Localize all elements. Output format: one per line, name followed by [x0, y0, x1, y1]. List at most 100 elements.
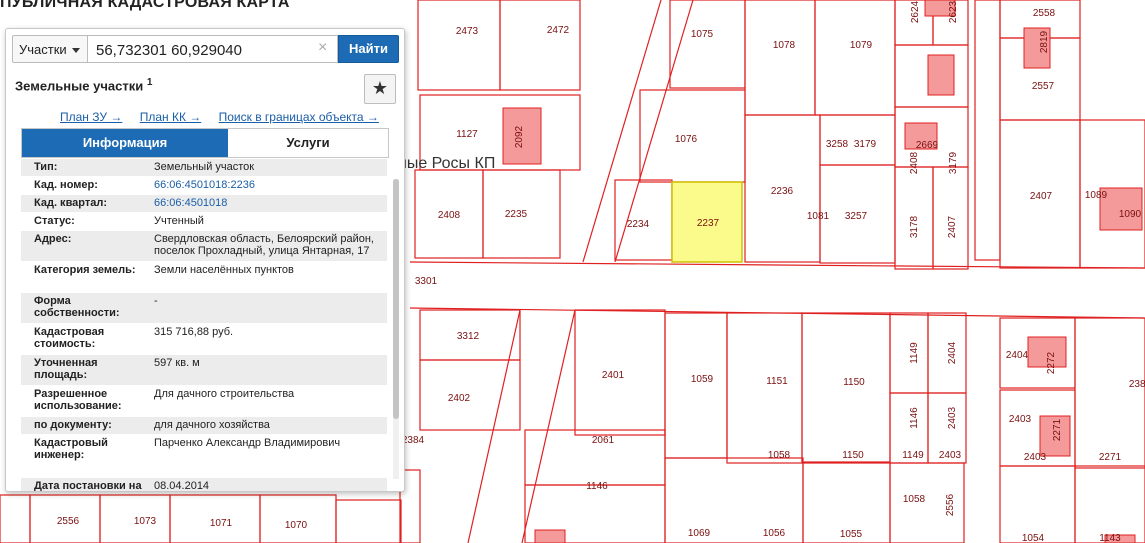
link-plan-kk[interactable]: План КК →: [140, 110, 202, 124]
info-table: Тип: Земельный участок Кад. номер: 66:06:45…: [21, 159, 387, 491]
parcel-label: 1079: [850, 40, 873, 51]
app-title: ПУБЛИЧНАЯ КАДАСТРОВАЯ КАРТА: [0, 0, 290, 11]
search-type-label: Участки: [19, 42, 67, 57]
info-value: Земли населённых пунктов: [154, 264, 294, 276]
parcel-label: 1070: [285, 520, 308, 531]
parcel-label: 2061: [592, 435, 615, 446]
parcel-label: 2558: [1033, 8, 1056, 19]
parcel-label: 1149: [909, 342, 920, 364]
parcel-label: 2472: [547, 25, 570, 36]
link-plan-zu[interactable]: План ЗУ →: [60, 110, 122, 124]
parcel-outline: [417, 0, 501, 91]
parcel-label: 3258: [826, 139, 849, 150]
info-value-link[interactable]: 66:06:4501018: [154, 197, 379, 209]
parcel-label: 2556: [57, 516, 80, 527]
section-title-text: Земельные участки: [15, 78, 144, 94]
parcel-outline: [499, 0, 581, 91]
parcel-label: 2624: [910, 0, 921, 23]
info-row: Статус: Учтенный: [21, 213, 387, 231]
info-value: -: [154, 295, 158, 307]
search-type-select[interactable]: Участки: [12, 35, 88, 63]
parcel-label: 2403: [1009, 414, 1032, 425]
info-value-link[interactable]: 66:06:4501018:2236: [154, 179, 379, 191]
parcel-label: 2404: [947, 341, 958, 364]
info-key: Дата постановки на учет:: [34, 480, 142, 491]
parcel-label: 1090: [1119, 209, 1142, 220]
star-icon: ★: [371, 78, 389, 98]
parcel-label: 2403: [1024, 452, 1047, 463]
parcel-label: 2408: [909, 151, 920, 174]
info-row: Тип: Земельный участок: [21, 159, 387, 177]
info-key: Тип:: [34, 161, 58, 173]
parcel-label: 1150: [843, 377, 865, 388]
parcel-outline: [669, 0, 746, 89]
info-value: 597 кв. м: [154, 357, 200, 369]
info-row: Дата постановки на учет: 08.04.2014: [21, 478, 387, 491]
parcel-outline: [1074, 317, 1145, 469]
info-row: Адрес: Свердловская область, Белоярский р…: [21, 231, 387, 262]
info-value: 315 716,88 руб.: [154, 326, 234, 338]
parcel-outline: [814, 0, 896, 116]
info-key: Статус:: [34, 215, 75, 227]
info-row: Категория земель: Земли населённых пункто…: [21, 262, 387, 293]
parcel-label: 2403: [939, 450, 962, 461]
info-value: Учтенный: [154, 215, 204, 227]
road-edge: [582, 0, 662, 263]
search-input[interactable]: [88, 35, 338, 63]
info-value: 08.04.2014: [154, 480, 210, 491]
street-label: ные Росы КП: [398, 155, 495, 172]
parcel-outline: [801, 312, 891, 464]
parcel-label: 2408: [438, 210, 461, 221]
info-key: Форма собственности:: [34, 295, 120, 319]
parcel-label: 2271: [1052, 418, 1063, 441]
favorite-star-button[interactable]: ★: [364, 74, 396, 104]
panel-links: План ЗУ → План КК → Поиск в границах объ…: [60, 110, 393, 124]
building: [534, 529, 566, 543]
info-value: для дачного хозяйства: [154, 419, 270, 431]
info-key: по документу:: [34, 419, 112, 431]
search-bar: Участки × Найти: [12, 35, 399, 63]
parcel-label: 1089: [1085, 190, 1108, 201]
clear-icon[interactable]: ×: [318, 39, 327, 57]
parcel-label: 2401: [602, 370, 625, 381]
info-row: Разрешенное использование: Для дачного ст…: [21, 386, 387, 417]
info-panel: Участки × Найти Земельные участки 1 ★ Пл…: [5, 28, 405, 492]
road-edge: [521, 309, 576, 543]
tab-services[interactable]: Услуги: [228, 129, 388, 157]
parcel-label: 1151: [766, 376, 788, 387]
info-key: Категория земель:: [34, 264, 136, 276]
search-button[interactable]: Найти: [338, 35, 399, 63]
parcel-label: 1078: [773, 40, 796, 51]
road-edge: [467, 309, 521, 543]
parcel-outline: [1074, 465, 1145, 543]
parcel-label: 1069: [688, 528, 711, 539]
parcel-outline: [335, 499, 402, 543]
parcel-label: 1143: [1099, 533, 1121, 543]
parcel-label: 1150: [842, 450, 864, 461]
tab-information[interactable]: Информация: [22, 129, 228, 157]
info-key: Разрешенное использование:: [34, 388, 122, 412]
info-key: Адрес:: [34, 233, 72, 245]
parcel-label: 1056: [763, 528, 786, 539]
info-value: Парченко Александр Владимирович: [154, 437, 341, 449]
parcel-label: 1058: [768, 450, 791, 461]
parcel-label: 1075: [691, 29, 714, 40]
parcel-label: 2473: [456, 26, 479, 37]
parcel-outline: [744, 0, 816, 116]
parcel-label: 1149: [902, 450, 924, 461]
scrollbar-thumb[interactable]: [393, 179, 399, 419]
parcel-outline: [0, 494, 31, 543]
parcel-outline: [999, 465, 1076, 543]
road-edge: [409, 261, 1145, 269]
parcel-outline: [726, 312, 803, 464]
parcel-label: 1071: [210, 518, 233, 529]
parcel-label: 2819: [1039, 30, 1050, 53]
link-search-in-bounds[interactable]: Поиск в границах объекта →: [219, 110, 379, 124]
info-key: Кад. квартал:: [34, 197, 108, 209]
parcel-label: 2234: [627, 219, 650, 230]
info-row: Кадастровый инженер: Парченко Александр В…: [21, 435, 387, 478]
parcel-label: 2271: [1099, 452, 1122, 463]
building: [927, 54, 955, 96]
parcel-label: 2236: [771, 186, 794, 197]
parcel-label: 1055: [840, 529, 863, 540]
